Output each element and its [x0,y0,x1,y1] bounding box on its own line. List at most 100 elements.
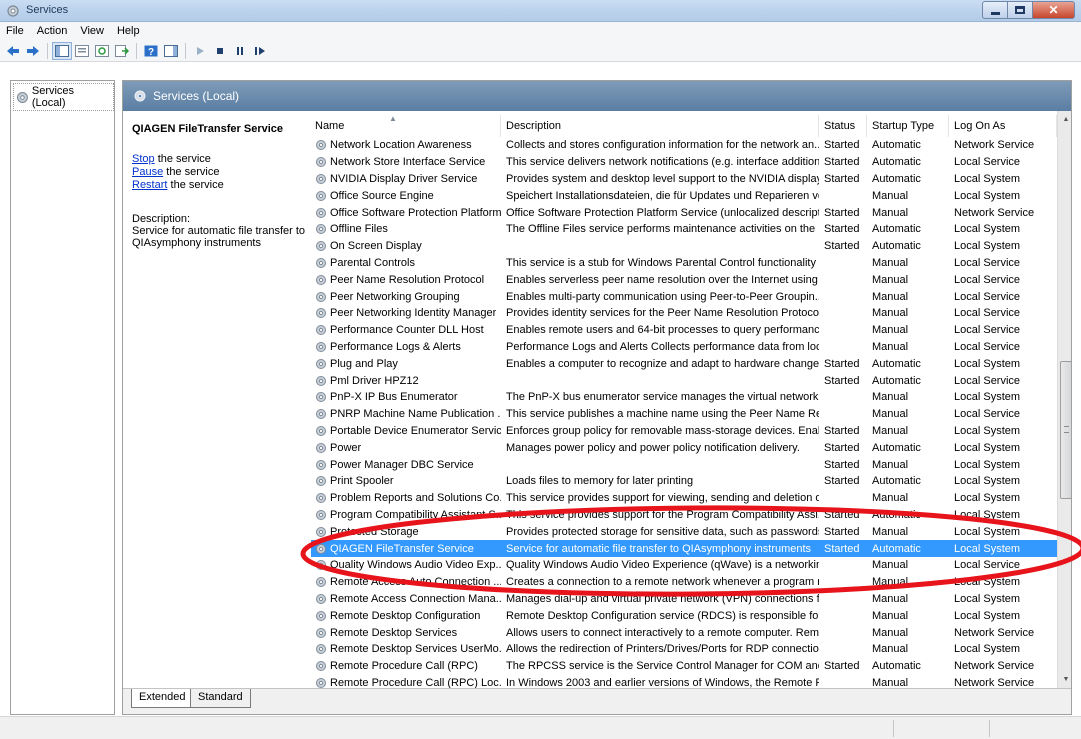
column-header-log-on-as[interactable]: Log On As [949,115,1057,137]
service-description: Provides system and desktop level suppor… [506,172,819,185]
back-button[interactable] [3,42,23,60]
service-description: Enables multi-party communication using … [506,290,819,303]
service-row[interactable]: PnP-X IP Bus Enumerator The PnP-X bus enu… [311,389,1057,406]
console-tree: Services (Local) [10,80,115,715]
menu-file[interactable]: File [6,25,24,37]
service-row[interactable]: Remote Desktop Services Allows users to c… [311,624,1057,641]
service-name: Peer Networking Identity Manager [330,307,497,320]
maximize-button[interactable] [1007,1,1033,19]
service-row[interactable]: Office Software Protection Platform Offic… [311,204,1057,221]
service-row[interactable]: Peer Networking Grouping Enables multi-pa… [311,288,1057,305]
service-row[interactable]: Peer Networking Identity Manager Provides… [311,305,1057,322]
service-row[interactable]: Network Store Interface Service This serv… [311,154,1057,171]
service-name: Remote Procedure Call (RPC) [330,660,478,673]
tab-standard[interactable]: Standard [190,689,251,708]
column-header-description[interactable]: Description [501,115,819,137]
minimize-button[interactable] [982,1,1008,19]
action-pane-button[interactable] [161,42,181,60]
start-service-button[interactable] [190,42,210,60]
tree-item-services-local[interactable]: Services (Local) [13,83,114,111]
column-header-startup-type[interactable]: Startup Type [867,115,949,137]
menu-help[interactable]: Help [117,25,140,37]
service-row[interactable]: Remote Access Auto Connection ... Creates… [311,574,1057,591]
scrollbar-grip [1064,426,1069,433]
service-row[interactable]: On Screen Display Started Automatic Local S… [311,238,1057,255]
service-log-on-as: Local System [954,525,1021,538]
service-row[interactable]: Remote Desktop Configuration Remote Deskt… [311,607,1057,624]
tab-extended[interactable]: Extended [131,689,194,708]
service-name-cell: Remote Desktop Configuration [311,610,501,622]
service-description: Manages power policy and power policy no… [506,441,800,454]
help-button[interactable]: ? [141,42,161,60]
service-row[interactable]: Program Compatibility Assistant S... This… [311,507,1057,524]
export-list-button[interactable] [112,42,132,60]
stop-service-button[interactable] [210,42,230,60]
service-row[interactable]: Problem Reports and Solutions Co... This … [311,490,1057,507]
forward-button[interactable] [23,42,43,60]
service-log-on-as: Local System [954,172,1021,185]
scroll-down-arrow-icon[interactable]: ▼ [1058,671,1071,688]
toolbar-separator [185,42,186,59]
service-startup-type: Manual [872,592,909,605]
service-row[interactable]: Protected Storage Provides protected stor… [311,523,1057,540]
service-name-cell: Offline Files [311,223,501,235]
service-row[interactable]: Peer Name Resolution Protocol Enables ser… [311,271,1057,288]
service-row[interactable]: Office Source Engine Speichert Installati… [311,187,1057,204]
action-suffix: the service [167,179,224,191]
properties-view-button[interactable] [72,42,92,60]
column-header-label: Startup Type [872,120,935,132]
service-row[interactable]: Remote Desktop Services UserMo... Allows … [311,641,1057,658]
stop-service-link[interactable]: Stop [132,153,155,165]
service-gear-icon [316,677,326,688]
service-row[interactable]: PNRP Machine Name Publication ... This se… [311,406,1057,423]
service-log-on-as: Local Service [954,408,1021,421]
menu-action[interactable]: Action [37,25,68,37]
menu-view[interactable]: View [80,25,104,37]
service-description: Speichert Installationsdateien, die für … [506,189,819,202]
service-row[interactable]: Remote Procedure Call (RPC) The RPCSS ser… [311,658,1057,675]
scrollbar-thumb[interactable] [1060,361,1071,499]
service-row[interactable]: Portable Device Enumerator Service Enforc… [311,423,1057,440]
service-startup-type: Manual [872,391,909,404]
scroll-up-arrow-icon[interactable]: ▲ [1058,111,1071,128]
service-row[interactable]: Pml Driver HPZ12 Started Automatic Local Se… [311,372,1057,389]
service-row[interactable]: Parental Controls This service is a stub … [311,255,1057,272]
service-name: QIAGEN FileTransfer Service [330,542,474,555]
pause-service-link[interactable]: Pause [132,166,163,178]
service-row[interactable]: Network Location Awareness Collects and s… [311,137,1057,154]
service-row[interactable]: Power Manages power policy and power poli… [311,439,1057,456]
action-suffix: the service [163,166,220,178]
service-name: Problem Reports and Solutions Co... [330,492,501,505]
service-row[interactable]: Offline Files The Offline Files service p… [311,221,1057,238]
service-name-cell: Remote Access Connection Mana... [311,593,501,605]
show-hide-tree-button[interactable] [52,41,72,60]
restart-service-link[interactable]: Restart [132,179,167,191]
service-row[interactable]: NVIDIA Display Driver Service Provides sy… [311,171,1057,188]
restart-service-button[interactable] [250,42,270,60]
column-header-name[interactable]: ▲ Name [311,114,501,137]
service-row[interactable]: Print Spooler Loads files to memory for l… [311,473,1057,490]
service-name: Remote Procedure Call (RPC) Loc... [330,676,501,688]
service-row-selected[interactable]: QIAGEN FileTransfer Service Service for a… [311,540,1057,557]
export-icon [115,44,129,57]
back-arrow-icon [7,45,19,56]
service-row[interactable]: Remote Access Connection Mana... Manages … [311,591,1057,608]
pause-service-button[interactable] [230,42,250,60]
service-row[interactable]: Quality Windows Audio Video Exp... Qualit… [311,557,1057,574]
service-gear-icon [316,560,326,571]
service-row[interactable]: Power Manager DBC Service Started Manual Lo… [311,456,1057,473]
vertical-scrollbar[interactable]: ▲ ▼ [1057,111,1071,688]
service-gear-icon [316,375,326,386]
column-header-status[interactable]: Status [819,115,867,137]
rows-container: Network Location Awareness Collects and s… [311,137,1057,688]
status-bar-divider [989,720,990,737]
service-row[interactable]: Plug and Play Enables a computer to recog… [311,355,1057,372]
service-row[interactable]: Performance Counter DLL Host Enables remo… [311,322,1057,339]
service-row[interactable]: Remote Procedure Call (RPC) Loc... In Win… [311,675,1057,688]
service-name-cell: Protected Storage [311,526,501,538]
service-row[interactable]: Performance Logs & Alerts Performance Log… [311,339,1057,356]
refresh-button[interactable] [92,42,112,60]
service-description: The RPCSS service is the Service Control… [506,660,819,673]
service-name-cell: Print Spooler [311,475,501,487]
close-button[interactable]: ✕ [1032,1,1075,19]
